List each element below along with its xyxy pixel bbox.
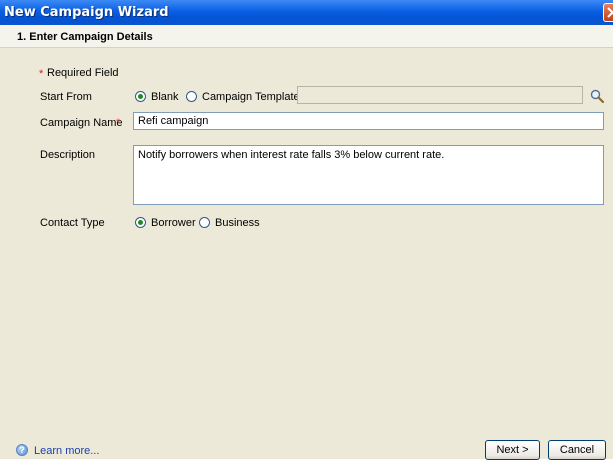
close-button[interactable] — [603, 3, 613, 22]
close-icon — [607, 7, 613, 18]
required-field-note: Required Field — [47, 67, 119, 79]
radio-campaign-template-label[interactable]: Campaign Template — [202, 91, 300, 103]
campaign-name-label: Campaign Name — [40, 117, 123, 129]
required-star: * — [39, 68, 44, 80]
step-header: 1. Enter Campaign Details — [0, 25, 613, 48]
wizard-window: New Campaign Wizard 1. Enter Campaign De… — [0, 0, 613, 460]
radio-blank-label[interactable]: Blank — [151, 91, 179, 103]
start-from-label: Start From — [40, 91, 92, 103]
learn-more-link[interactable]: Learn more... — [34, 445, 99, 457]
contact-type-label: Contact Type — [40, 217, 105, 229]
radio-campaign-template[interactable] — [186, 91, 197, 102]
radio-business[interactable] — [199, 217, 210, 228]
radio-blank[interactable] — [135, 91, 146, 102]
description-textarea[interactable]: Notify borrowers when interest rate fall… — [133, 145, 604, 205]
radio-business-label[interactable]: Business — [215, 217, 260, 229]
help-icon[interactable]: ? — [16, 444, 28, 456]
next-button[interactable]: Next > — [485, 440, 540, 460]
cancel-button[interactable]: Cancel — [548, 440, 606, 460]
window-title: New Campaign Wizard — [4, 5, 169, 20]
title-bar: New Campaign Wizard — [0, 0, 613, 25]
step-title: 1. Enter Campaign Details — [17, 31, 153, 43]
radio-borrower-label[interactable]: Borrower — [151, 217, 196, 229]
description-label: Description — [40, 149, 96, 161]
campaign-name-input[interactable]: Refi campaign — [133, 112, 604, 130]
campaign-name-required-star: * — [116, 117, 121, 129]
wizard-body: 1. Enter Campaign Details * Required Fie… — [0, 25, 613, 460]
template-field — [297, 86, 583, 104]
radio-borrower[interactable] — [135, 217, 146, 228]
search-icon[interactable] — [590, 89, 604, 103]
